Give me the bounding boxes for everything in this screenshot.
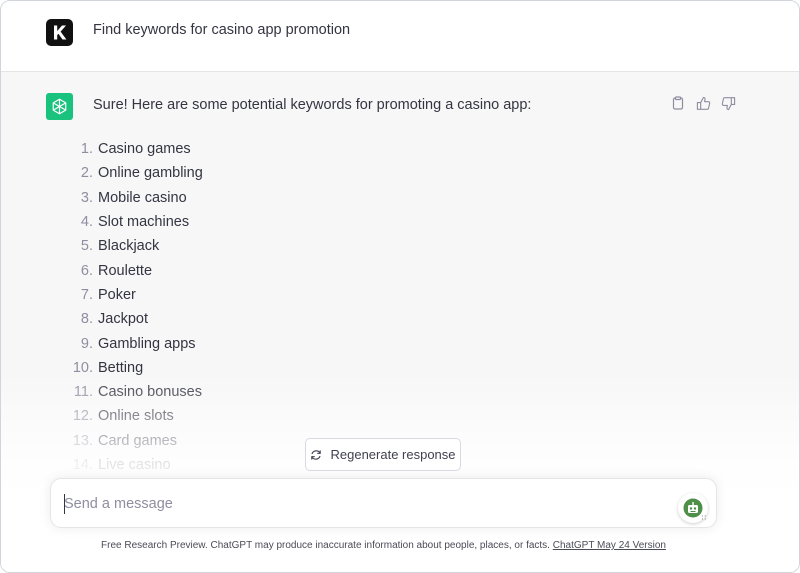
keyword-label: Online slots	[98, 408, 174, 425]
keyword-label: Blackjack	[98, 238, 160, 255]
regenerate-label: Regenerate response	[330, 447, 456, 462]
list-item: 5. Blackjack	[69, 234, 203, 258]
keyword-label: Mobile casino	[98, 189, 187, 206]
list-number: 7.	[80, 286, 93, 303]
keyword-list: 1. Casino games 2. Online gambling 3. Mobil…	[69, 137, 203, 477]
list-number: 5.	[80, 238, 93, 255]
list-number: 2.	[80, 165, 93, 182]
copy-icon[interactable]	[670, 95, 686, 111]
list-number: 4.	[80, 214, 93, 231]
list-item: 11. Casino bonuses	[69, 380, 203, 404]
list-item: 12. Online slots	[69, 404, 203, 428]
list-number: 1.	[80, 141, 93, 158]
message-composer: ∷	[50, 478, 717, 528]
list-item: 4. Slot machines	[69, 210, 203, 234]
regenerate-response-button[interactable]: Regenerate response	[305, 438, 461, 471]
version-link[interactable]: ChatGPT May 24 Version	[553, 540, 666, 551]
k-logo-icon	[54, 25, 67, 40]
list-number: 9.	[80, 335, 93, 352]
assistant-avatar	[46, 93, 73, 120]
keyword-label: Gambling apps	[98, 335, 196, 352]
list-number: 13.	[72, 432, 93, 449]
keyword-label: Slot machines	[98, 214, 190, 231]
list-number: 3.	[80, 189, 93, 206]
chat-window: Find keywords for casino app promotion S…	[0, 0, 800, 573]
keyword-label: Card games	[98, 432, 177, 449]
list-item: 13. Card games	[69, 429, 203, 453]
list-number: 8.	[80, 311, 93, 328]
list-number: 14.	[72, 457, 93, 473]
message-input[interactable]	[64, 493, 664, 515]
keyword-label: Poker	[98, 286, 136, 303]
user-message-text: Find keywords for casino app promotion	[93, 22, 351, 38]
list-item: 10. Betting	[69, 356, 203, 380]
list-item: 3. Mobile casino	[69, 186, 203, 210]
list-item: 7. Poker	[69, 283, 203, 307]
openai-logo-icon	[52, 98, 67, 115]
robot-icon[interactable]: ∷	[678, 493, 708, 523]
list-number: 12.	[72, 408, 93, 425]
list-item: 9. Gambling apps	[69, 331, 203, 355]
list-number: 10.	[72, 359, 93, 376]
footer-text: Free Research Preview. ChatGPT may produ…	[101, 540, 550, 551]
grip-icon: ∷	[701, 515, 706, 522]
keyword-label: Betting	[98, 359, 144, 376]
keyword-label: Jackpot	[98, 311, 148, 328]
keyword-label: Online gambling	[98, 165, 203, 182]
keyword-label: Casino bonuses	[98, 384, 202, 401]
footer-disclaimer: Free Research Preview. ChatGPT may produ…	[1, 540, 766, 551]
thumbs-down-icon[interactable]	[720, 95, 736, 111]
list-number: 6.	[80, 262, 93, 279]
list-item: 1. Casino games	[69, 137, 203, 161]
keyword-label: Casino games	[98, 141, 191, 158]
list-item: 14. Live casino	[69, 453, 203, 477]
thumbs-up-icon[interactable]	[695, 95, 711, 111]
message-actions	[670, 95, 736, 111]
keyword-label: Live casino	[98, 457, 171, 473]
refresh-icon	[311, 449, 322, 460]
list-item: 8. Jackpot	[69, 307, 203, 331]
list-item: 6. Roulette	[69, 258, 203, 282]
user-avatar	[46, 19, 73, 46]
keyword-label: Roulette	[98, 262, 153, 279]
user-message-row: Find keywords for casino app promotion	[1, 1, 799, 72]
list-item: 2. Online gambling	[69, 161, 203, 185]
list-number: 11.	[73, 384, 93, 401]
text-caret	[64, 494, 65, 514]
assistant-intro-text: Sure! Here are some potential keywords f…	[93, 97, 532, 113]
